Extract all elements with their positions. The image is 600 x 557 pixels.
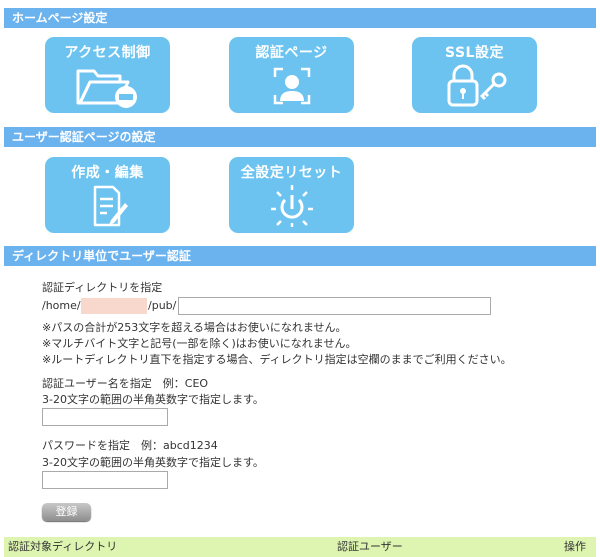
power-icon bbox=[229, 183, 354, 229]
auth-page-label: 認証ページ bbox=[255, 45, 328, 61]
ssl-settings-tile[interactable]: SSL設定 bbox=[412, 37, 537, 113]
password-hint: 3-20文字の範囲の半角英数字で指定します。 bbox=[42, 456, 264, 469]
section-header-dir-auth: ディレクトリ単位でユーザー認証 bbox=[4, 246, 596, 266]
section-header-auth-page: ユーザー認証ページの設定 bbox=[4, 127, 596, 147]
create-edit-tile[interactable]: 作成・編集 bbox=[45, 157, 170, 233]
auth-page-tile[interactable]: 認証ページ bbox=[229, 37, 354, 113]
register-button[interactable]: 登録 bbox=[42, 503, 91, 521]
reset-all-tile[interactable]: 全設定リセット bbox=[229, 157, 354, 233]
path-mid: /pub/ bbox=[148, 299, 177, 312]
note-root-dir: ※ルートディレクトリ直下を指定する場合、ディレクトリ指定は空欄のままでご利用くだ… bbox=[42, 353, 512, 366]
lock-key-icon bbox=[412, 63, 537, 109]
col-actions: 操作 bbox=[564, 540, 586, 553]
masked-username bbox=[81, 298, 147, 314]
directory-input[interactable] bbox=[178, 297, 491, 315]
col-target-directory: 認証対象ディレクトリ bbox=[8, 540, 118, 553]
note-path-length: ※パスの合計が253文字を超える場合はお使いになれません。 bbox=[42, 321, 347, 334]
username-input[interactable] bbox=[42, 408, 168, 426]
reset-all-label: 全設定リセット bbox=[240, 165, 343, 181]
create-edit-label: 作成・編集 bbox=[71, 165, 144, 181]
user-hint: 3-20文字の範囲の半角英数字で指定します。 bbox=[42, 393, 264, 406]
access-control-label: アクセス制御 bbox=[64, 45, 151, 61]
dir-label: 認証ディレクトリを指定 bbox=[42, 281, 163, 294]
folder-minus-icon bbox=[45, 63, 170, 109]
face-scan-icon bbox=[229, 63, 354, 109]
path-prefix: /home/ bbox=[42, 299, 81, 312]
note-multibyte: ※マルチバイト文字と記号(一部を除く)はお使いになれません。 bbox=[42, 337, 357, 350]
access-control-tile[interactable]: アクセス制御 bbox=[45, 37, 170, 113]
ssl-settings-label: SSL設定 bbox=[445, 45, 504, 61]
auth-table-header: 認証対象ディレクトリ 認証ユーザー 操作 bbox=[4, 537, 596, 557]
document-edit-icon bbox=[45, 183, 170, 229]
password-label: パスワードを指定 例：abcd1234 bbox=[42, 439, 218, 452]
password-input[interactable] bbox=[42, 471, 168, 489]
col-auth-user: 認証ユーザー bbox=[337, 540, 403, 553]
user-label: 認証ユーザー名を指定 例：CEO bbox=[42, 377, 209, 390]
section-header-homepage: ホームページ設定 bbox=[4, 8, 596, 28]
